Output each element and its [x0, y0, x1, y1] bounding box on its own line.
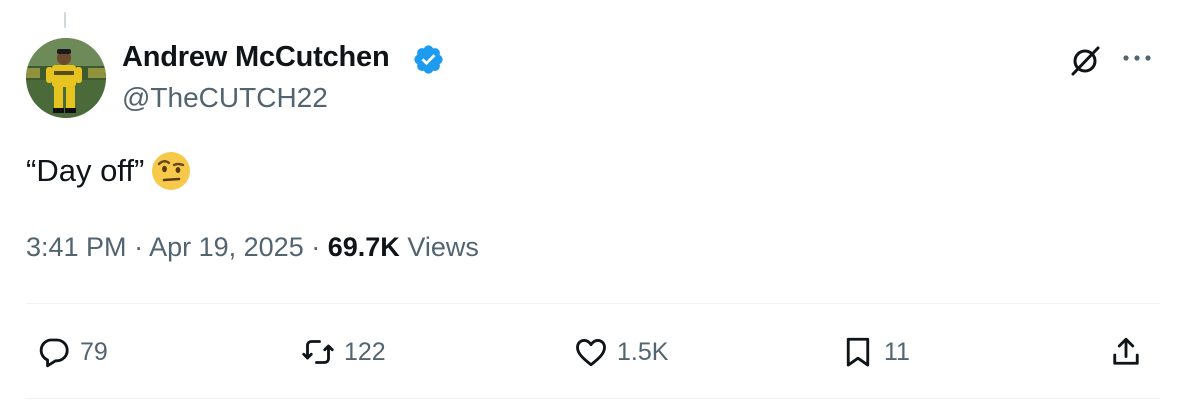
- repost-button[interactable]: 122: [300, 332, 386, 372]
- tweet-time[interactable]: 3:41 PM: [26, 232, 127, 262]
- repost-icon: [302, 340, 334, 364]
- avatar[interactable]: [26, 38, 106, 118]
- divider: [26, 398, 1160, 399]
- share-icon: [1113, 337, 1139, 365]
- thread-connector-line: [64, 12, 66, 28]
- author-name[interactable]: Andrew McCutchen: [122, 41, 390, 74]
- tweet-date[interactable]: Apr 19, 2025: [149, 232, 304, 262]
- bookmark-count: 11: [884, 337, 910, 366]
- author-handle[interactable]: @TheCUTCH22: [122, 82, 328, 114]
- reply-icon: [39, 338, 69, 368]
- reply-button[interactable]: 79: [36, 332, 108, 372]
- meta-separator: ·: [134, 232, 144, 262]
- like-count: 1.5K: [617, 337, 669, 366]
- tweet-text-content: “Day off”: [26, 153, 145, 188]
- meta-separator: ·: [311, 232, 321, 262]
- face-with-raised-eyebrow-icon: [152, 152, 191, 190]
- views-count[interactable]: 69.7K: [328, 232, 400, 262]
- verified-badge-icon: [414, 45, 443, 74]
- bookmark-button[interactable]: 11: [840, 332, 910, 372]
- like-button[interactable]: 1.5K: [573, 332, 668, 372]
- divider: [26, 303, 1160, 304]
- repost-count: 122: [344, 337, 386, 366]
- tweet-text: “Day off”: [26, 150, 192, 192]
- bookmark-icon: [846, 337, 870, 367]
- grok-icon[interactable]: [1068, 44, 1102, 78]
- views-label: Views: [407, 232, 479, 262]
- more-icon[interactable]: [1120, 50, 1154, 66]
- reply-count: 79: [80, 337, 108, 366]
- tweet-metadata: 3:41 PM · Apr 19, 2025 · 69.7K Views: [26, 232, 479, 263]
- like-icon: [576, 339, 606, 367]
- share-button[interactable]: [1108, 332, 1144, 372]
